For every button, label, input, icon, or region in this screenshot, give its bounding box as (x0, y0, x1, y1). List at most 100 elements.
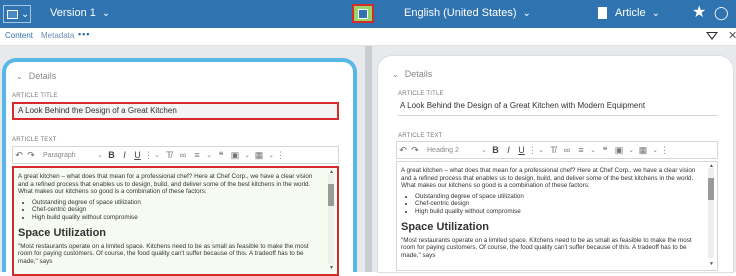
undo-icon[interactable]: ↶ (13, 150, 25, 161)
bullet-list: Outstanding degree of space utilization … (415, 193, 703, 216)
chevron-down-icon: ⌄ (590, 147, 596, 154)
align-icon[interactable]: ≡ (190, 150, 204, 160)
undo-icon: ↶ (399, 144, 407, 155)
list-item: Chef-centric design (32, 206, 323, 214)
table-icon[interactable]: ▦ (252, 150, 266, 161)
more-options-icon[interactable]: ⋮ (276, 150, 285, 161)
sidebar-toggle-icon (7, 9, 18, 19)
list-item: Outstanding degree of space utilization (32, 199, 323, 207)
tab-bar: Content Metadata ••• ✕ (0, 28, 736, 46)
version-selector[interactable]: Version 1 ⌄ (50, 7, 110, 19)
article-text-editor: A great kitchen – what does that mean fo… (396, 161, 718, 271)
content-type-label: Article (615, 7, 646, 19)
content-type-icon (598, 7, 607, 19)
italic-button: I (507, 145, 510, 155)
chevron-down-icon: ⌄ (651, 8, 660, 19)
panel-divider (365, 46, 372, 272)
quote-icon[interactable]: ❝ (214, 150, 228, 161)
tab-content[interactable]: Content (5, 31, 33, 40)
left-version-panel: ⌄ Details ARTICLE TITLE A Look Behind the… (2, 58, 357, 276)
editor-scrollbar[interactable] (708, 168, 714, 258)
chevron-down-icon: ⌄ (392, 70, 399, 79)
body-paragraph: A great kitchen – what does that mean fo… (18, 173, 313, 196)
more-options-button[interactable]: ••• (78, 29, 90, 39)
paragraph-style-dropdown: Heading 2 (427, 146, 459, 154)
underline-button: U (518, 145, 525, 155)
body-paragraph: A great kitchen – what does that mean fo… (401, 167, 696, 190)
align-icon: ≡ (578, 145, 584, 155)
chevron-down-icon: ⌄ (101, 8, 111, 19)
close-icon[interactable]: ✕ (728, 29, 736, 42)
details-section-toggle[interactable]: ⌄ Details (392, 69, 432, 79)
link-icon[interactable]: ∞ (176, 150, 190, 160)
list-item: Outstanding degree of space utilization (415, 193, 703, 201)
clear-format-icon: T̸ (550, 145, 556, 155)
bullet-list: Outstanding degree of space utilization … (32, 199, 323, 222)
quote-paragraph: "Most restaurants operate on a limited s… (18, 242, 309, 265)
article-text-label: ARTICLE TEXT (12, 137, 57, 143)
more-format-icon[interactable]: ⋮ (144, 150, 153, 161)
language-selector[interactable]: English (United States) ⌄ (404, 7, 531, 19)
list-item: High build quality without compromise (32, 214, 323, 222)
lightbulb-icon[interactable]: ◯ (714, 4, 729, 22)
details-label: Details (404, 69, 433, 79)
chevron-down-icon[interactable]: ⌄ (266, 151, 276, 159)
scrollbar-thumb[interactable] (328, 184, 334, 206)
chevron-down-icon[interactable]: ⌄ (152, 151, 162, 159)
chevron-down-icon: ⌄ (628, 147, 634, 154)
chevron-down-icon: ⌄ (538, 147, 544, 154)
more-options-icon: ⋮ (660, 144, 669, 155)
details-section-toggle[interactable]: ⌄ Details (16, 71, 56, 81)
article-title-field[interactable]: A Look Behind the Design of a Great Kitc… (12, 102, 339, 120)
language-label: English (United States) (404, 7, 517, 19)
editor-scrollbar[interactable] (328, 174, 334, 264)
sidebar-toggle-button[interactable]: ⌄ (3, 5, 31, 23)
content-type-selector[interactable]: Article ⌄ (615, 7, 660, 19)
article-title-label: ARTICLE TITLE (12, 93, 58, 99)
redo-icon: ↷ (411, 144, 419, 155)
chevron-down-icon: ⌄ (21, 8, 30, 20)
more-format-icon: ⋮ (528, 144, 537, 155)
filter-icon[interactable] (706, 32, 718, 40)
scroll-down-icon[interactable]: ▼ (709, 261, 714, 269)
quote-icon: ❝ (602, 144, 608, 155)
chevron-down-icon[interactable]: ⌄ (95, 151, 105, 159)
tab-metadata[interactable]: Metadata (41, 31, 74, 40)
image-icon: ▣ (614, 144, 624, 155)
right-version-panel: ⌄ Details ARTICLE TITLE A Look Behind the… (378, 56, 733, 272)
chevron-down-icon: ⌄ (16, 72, 23, 81)
list-item: Chef-centric design (415, 200, 703, 208)
table-icon: ▦ (638, 144, 648, 155)
article-title-label: ARTICLE TITLE (398, 91, 444, 97)
star-icon[interactable]: ★ (692, 4, 706, 22)
compare-versions-button[interactable] (352, 4, 374, 23)
chevron-down-icon: ⌄ (652, 147, 658, 154)
article-title-field: A Look Behind the Design of a Great Kitc… (398, 98, 718, 116)
italic-button[interactable]: I (118, 150, 131, 160)
list-item: High build quality without compromise (415, 208, 703, 216)
section-heading: Space Utilization (18, 226, 107, 239)
chevron-down-icon: ⌄ (481, 147, 487, 154)
section-heading: Space Utilization (401, 220, 490, 233)
top-bar: ⌄ Version 1 ⌄ English (United States) ⌄ Ar… (0, 0, 736, 28)
rich-text-toolbar: ↶ ↷ Paragraph ⌄ B I U ⋮ ⌄ T̸ ∞ ≡ ⌄ ❝ ▣ ⌄… (12, 146, 339, 164)
bold-button: B (492, 145, 499, 155)
version-label: Version 1 (50, 7, 96, 19)
clear-format-icon[interactable]: T̸ (162, 150, 176, 160)
chevron-down-icon[interactable]: ⌄ (242, 151, 252, 159)
compare-icon (358, 8, 368, 19)
chevron-down-icon[interactable]: ⌄ (204, 151, 214, 159)
quote-paragraph: "Most restaurants operate on a limited s… (401, 236, 692, 259)
details-label: Details (28, 71, 57, 81)
scrollbar-thumb[interactable] (708, 178, 714, 200)
rich-text-toolbar: ↶ ↷ Heading 2 ⌄ B I U ⋮ ⌄ T̸ ∞ ≡ ⌄ ❝ ▣ ⌄… (396, 141, 718, 159)
link-icon: ∞ (563, 145, 571, 155)
image-icon[interactable]: ▣ (228, 150, 242, 161)
paragraph-style-dropdown[interactable]: Paragraph (37, 152, 95, 159)
article-text-label: ARTICLE TEXT (398, 133, 443, 139)
chevron-down-icon: ⌄ (522, 8, 531, 19)
underline-button[interactable]: U (131, 150, 144, 160)
article-text-editor[interactable]: A great kitchen – what does that mean fo… (12, 166, 339, 276)
redo-icon[interactable]: ↷ (25, 150, 37, 161)
bold-button[interactable]: B (105, 150, 118, 160)
